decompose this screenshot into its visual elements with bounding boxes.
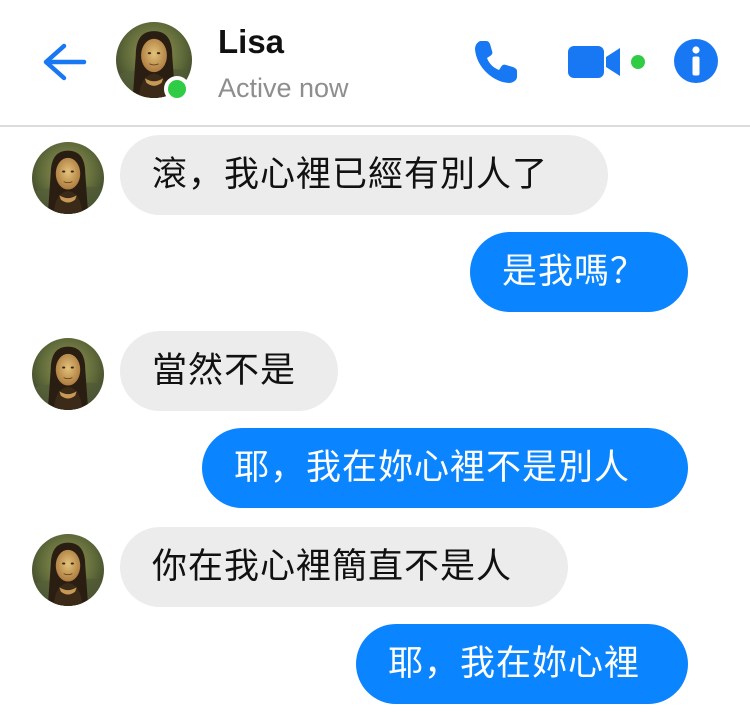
incoming-message[interactable]: 滾，我心裡已經有別人了 (120, 135, 608, 215)
info-icon (674, 39, 718, 83)
sender-avatar[interactable] (32, 534, 104, 606)
conversation-info-button[interactable] (672, 37, 720, 85)
conversation-header: Lisa Active now (0, 0, 750, 127)
voice-call-button[interactable] (470, 36, 522, 88)
online-status-dot (164, 76, 190, 102)
incoming-message[interactable]: 當然不是 (120, 331, 338, 411)
video-camera-icon (568, 46, 645, 78)
back-arrow-icon (43, 43, 87, 81)
outgoing-message[interactable]: 耶，我在妳心裡不是別人 (202, 428, 688, 508)
video-call-button[interactable] (566, 42, 650, 82)
outgoing-message[interactable]: 是我嗎？ (470, 232, 688, 312)
active-status-text: Active now (218, 73, 349, 103)
sender-avatar[interactable] (32, 338, 104, 410)
outgoing-message[interactable]: 耶，我在妳心裡 (356, 624, 688, 704)
incoming-message[interactable]: 你在我心裡簡直不是人 (120, 527, 568, 607)
phone-icon (475, 41, 517, 83)
contact-name[interactable]: Lisa (218, 22, 284, 62)
sender-avatar[interactable] (32, 142, 104, 214)
back-button[interactable] (38, 40, 90, 84)
